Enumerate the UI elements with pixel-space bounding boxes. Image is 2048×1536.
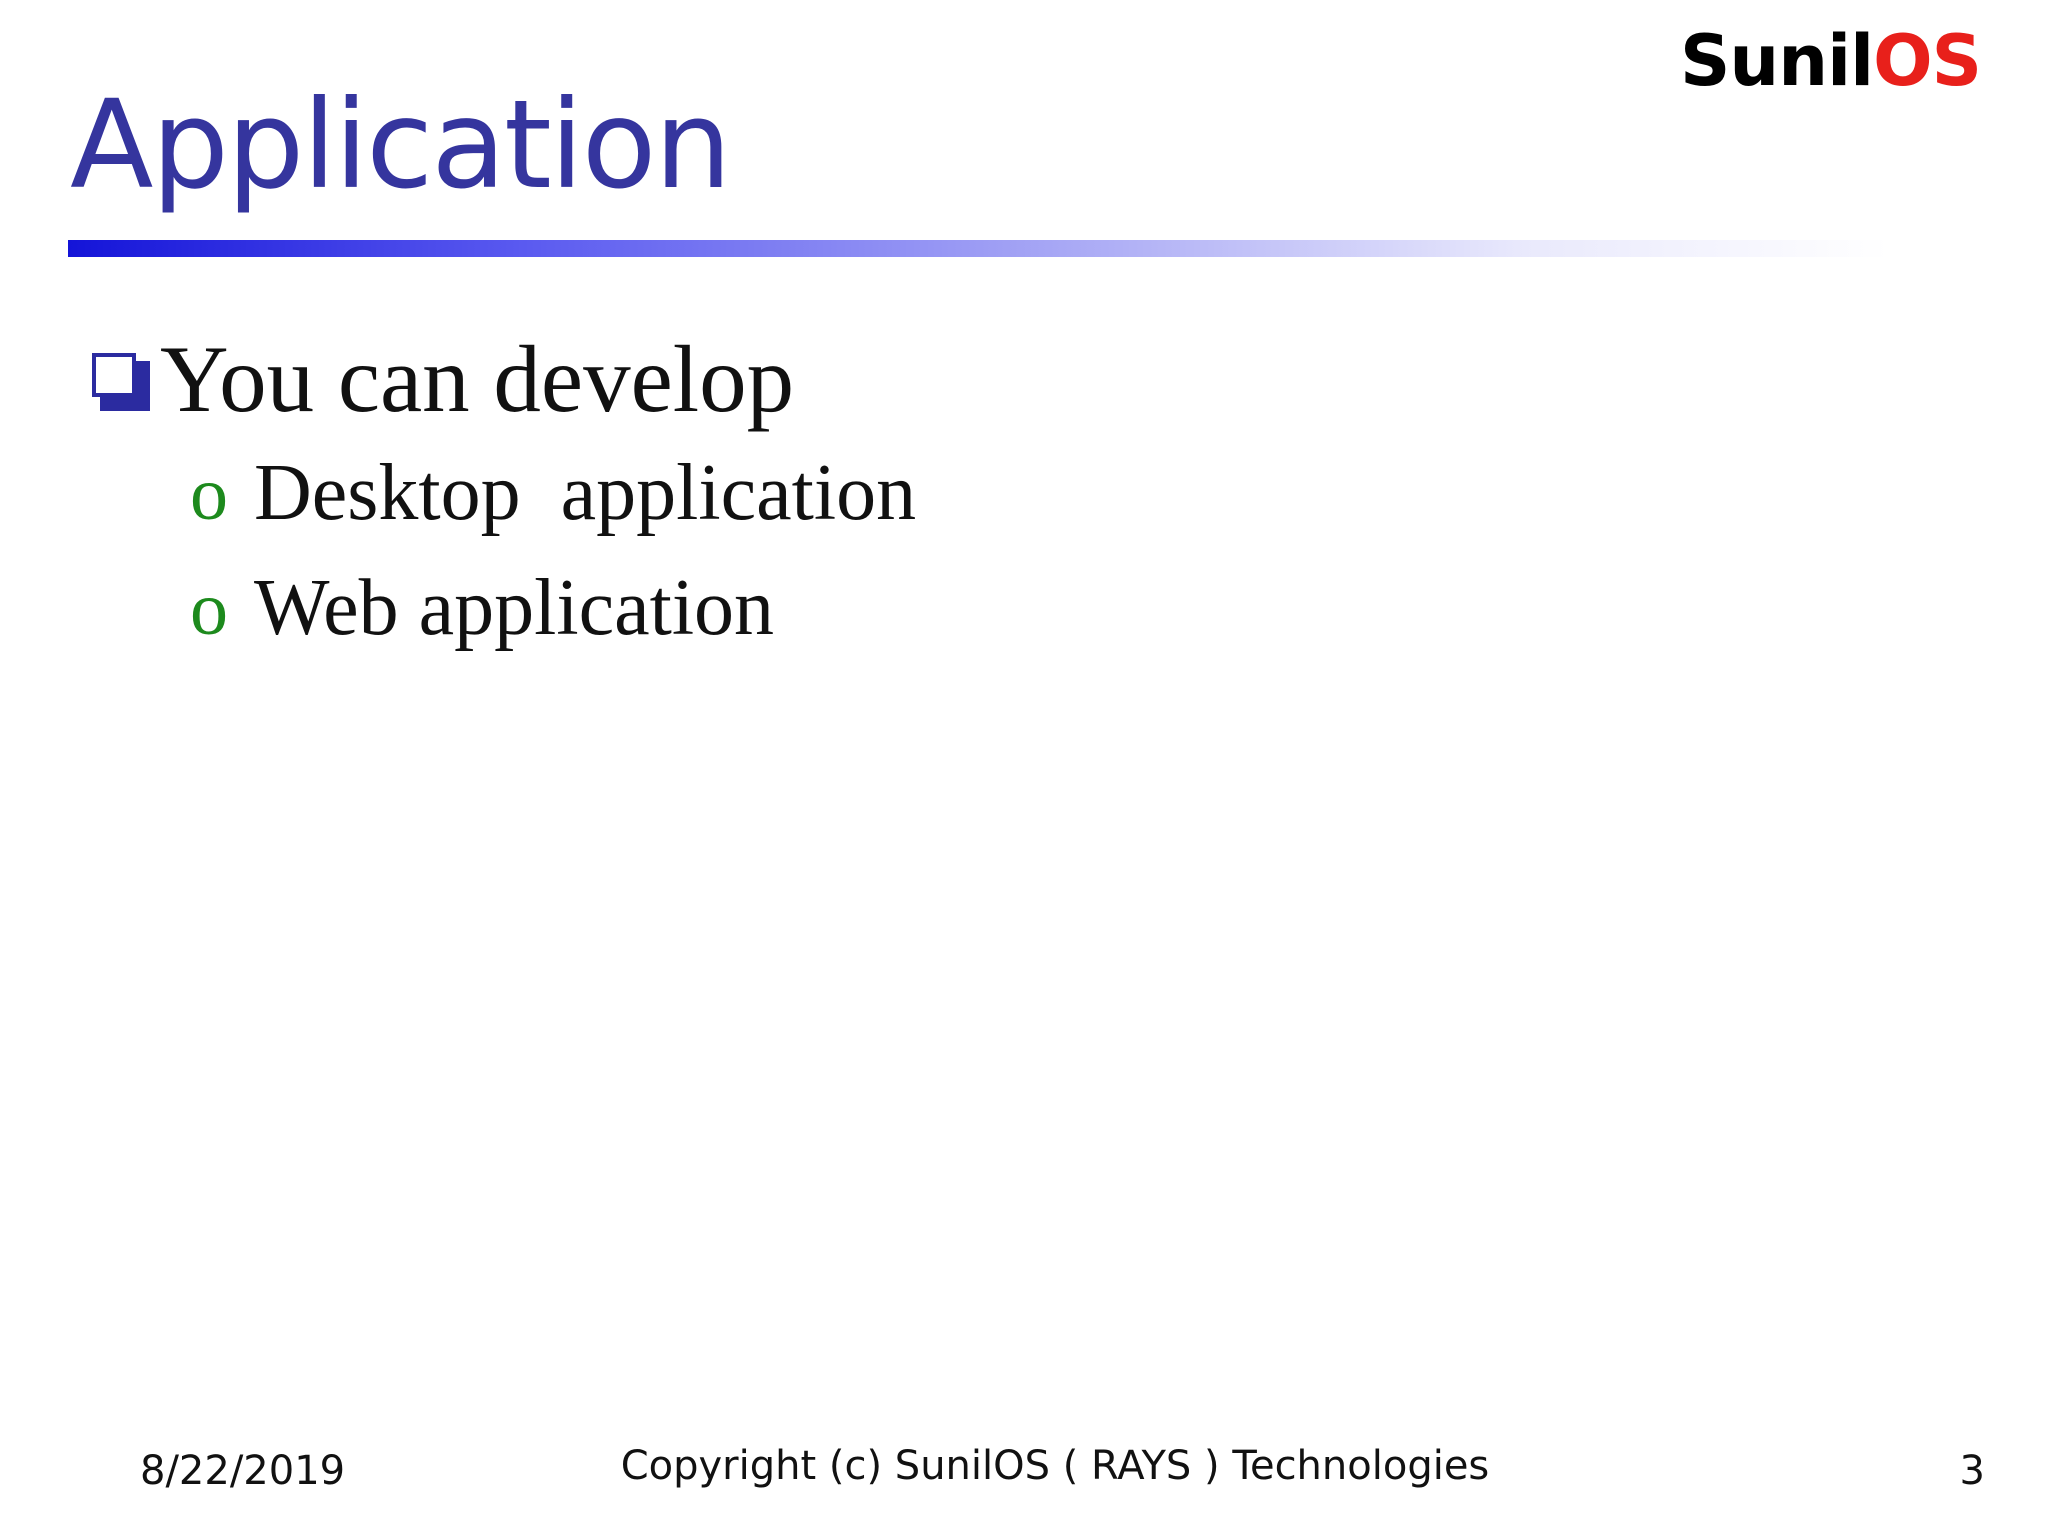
sub-bullet-marker: o xyxy=(190,452,228,536)
sub-bullet-item: o Desktop application xyxy=(190,445,916,541)
sub-bullet-marker: o xyxy=(190,567,228,651)
footer-page-number: 3 xyxy=(1959,1448,1985,1494)
main-bullet: You can develop xyxy=(92,322,794,436)
sub-bullet-text: Web application xyxy=(254,564,775,652)
slide: SunilOS Application You can develop o De… xyxy=(0,0,2048,1536)
footer-copyright: Copyright (c) SunilOS ( RAYS ) Technolog… xyxy=(620,1443,1490,1489)
slide-title: Application xyxy=(70,74,732,216)
main-bullet-text: You can develop xyxy=(160,326,795,432)
sub-bullet-item: o Web application xyxy=(190,560,774,656)
checkbox-square-icon xyxy=(92,353,150,411)
logo-text-os: OS xyxy=(1873,20,1982,102)
logo-text-sunil: Sunil xyxy=(1680,20,1874,102)
title-underline-gradient xyxy=(68,240,1888,257)
sub-bullet-text: Desktop application xyxy=(254,449,917,537)
sunilos-logo: SunilOS xyxy=(1680,26,1982,96)
